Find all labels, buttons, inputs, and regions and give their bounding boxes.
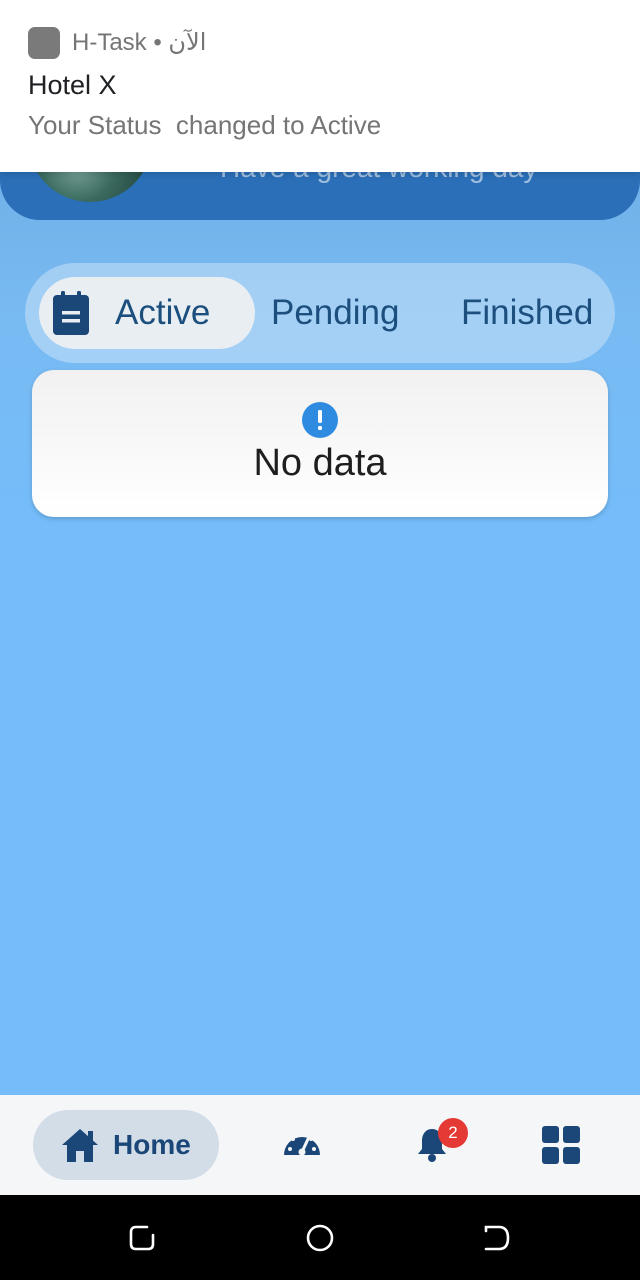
tab-finished-label: Finished: [461, 293, 594, 332]
empty-state-card: No data: [32, 370, 608, 517]
tab-pending[interactable]: Pending: [271, 277, 399, 349]
notification-app-name: H-Task: [72, 29, 147, 56]
back-icon[interactable]: [482, 1223, 512, 1253]
notification-time: الآن: [168, 29, 207, 56]
tab-active-label: Active: [115, 293, 211, 332]
nav-home-button[interactable]: Home: [33, 1110, 219, 1180]
tab-active[interactable]: Active: [39, 277, 255, 349]
grid-icon[interactable]: [541, 1125, 581, 1165]
home-icon: [62, 1129, 98, 1162]
system-navigation-bar: [0, 1195, 640, 1280]
notification-separator: •: [153, 29, 169, 56]
dashboard-icon[interactable]: [282, 1125, 322, 1165]
recent-apps-icon[interactable]: [127, 1223, 157, 1253]
nav-home-label: Home: [113, 1129, 191, 1160]
tab-pending-label: Pending: [271, 293, 400, 332]
notification-count-badge: 2: [438, 1118, 468, 1148]
notification-body: Your Status changed to Active: [28, 110, 382, 140]
bottom-navigation: Home: [0, 1095, 640, 1195]
exclamation-icon: [302, 402, 338, 438]
app-icon: [28, 27, 60, 59]
notification-banner[interactable]: H-Task • الآن Hotel X Your Status change…: [0, 0, 640, 172]
notification-app-row: H-Task • الآن: [72, 28, 206, 57]
clipboard-icon: [53, 291, 89, 335]
system-home-icon[interactable]: [305, 1223, 335, 1253]
tab-finished[interactable]: Finished: [461, 277, 593, 349]
status-tabs: Active Pending Finished: [25, 263, 615, 363]
empty-state-text: No data: [253, 442, 387, 484]
notification-title: Hotel X: [28, 70, 117, 100]
